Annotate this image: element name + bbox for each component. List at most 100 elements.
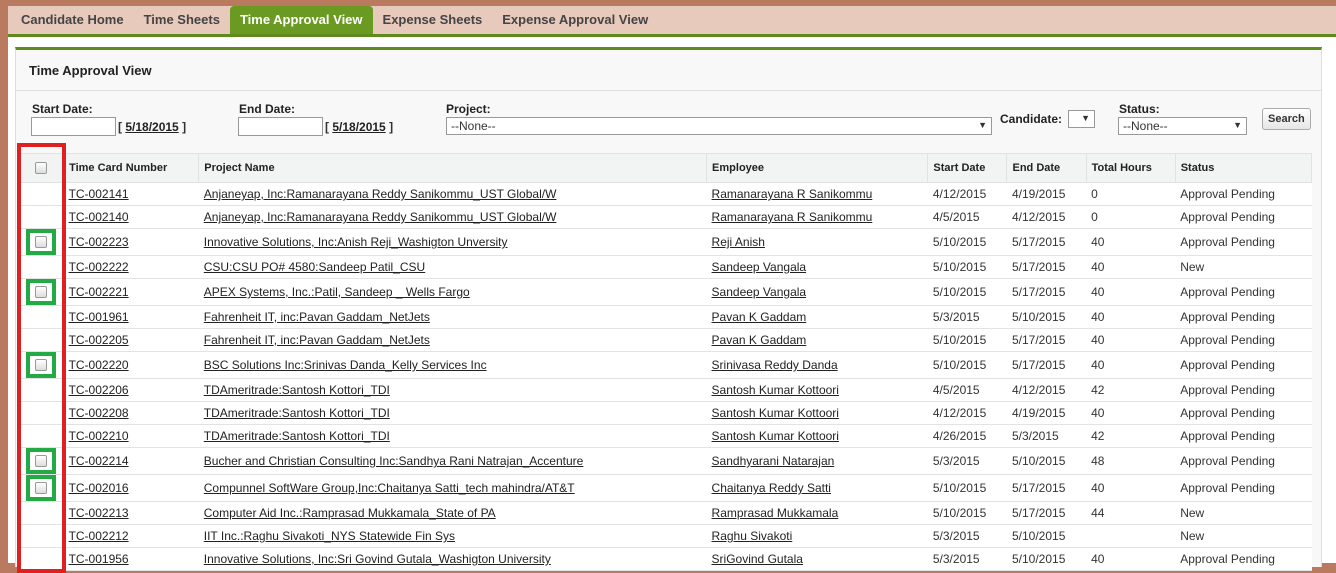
column-header[interactable]: Status (1174, 153, 1313, 183)
page-title: Time Approval View (29, 63, 152, 78)
time-card-number-link[interactable]: TC-002223 (69, 235, 129, 249)
time-card-number-link[interactable]: TC-002208 (69, 406, 129, 420)
project-name-link[interactable]: TDAmeritrade:Santosh Kottori_TDI (204, 383, 390, 397)
end-date-cell: 5/17/2015 (1006, 328, 1087, 352)
employee-link[interactable]: Raghu Sivakoti (712, 529, 793, 543)
column-header[interactable]: Project Name (198, 153, 708, 183)
end-date-cell: 5/10/2015 (1006, 447, 1087, 475)
time-card-number-link[interactable]: TC-002206 (69, 383, 129, 397)
project-name-link[interactable]: Compunnel SoftWare Group,Inc:Chaitanya S… (204, 481, 575, 495)
status-cell: New (1175, 501, 1312, 525)
project-name-link[interactable]: APEX Systems, Inc.:Patil, Sandeep _ Well… (204, 285, 470, 299)
employee-link[interactable]: Santosh Kumar Kottoori (712, 383, 839, 397)
project-name-link[interactable]: Innovative Solutions, Inc:Sri Govind Gut… (204, 552, 551, 566)
table-row: TC-002223 Innovative Solutions, Inc:Anish… (18, 228, 1312, 256)
employee-cell: Santosh Kumar Kottoori (706, 378, 928, 402)
row-checkbox[interactable] (35, 286, 48, 298)
employee-link[interactable]: Sandhyarani Natarajan (712, 454, 835, 468)
time-card-number-link[interactable]: TC-002212 (69, 529, 129, 543)
column-header[interactable]: End Date (1006, 153, 1087, 183)
employee-link[interactable]: Ramanarayana R Sanikommu (712, 210, 873, 224)
status-cell: New (1175, 524, 1312, 548)
end-date-today[interactable]: [ 5/18/2015 ] (325, 120, 393, 134)
status-select[interactable]: --None-- ▼ (1118, 117, 1247, 135)
end-date-cell: 5/17/2015 (1006, 228, 1087, 256)
project-name-link[interactable]: BSC Solutions Inc:Srinivas Danda_Kelly S… (204, 358, 487, 372)
employee-link[interactable]: Sandeep Vangala (712, 285, 807, 299)
employee-link[interactable]: Reji Anish (712, 235, 765, 249)
start-date-today-link[interactable]: 5/18/2015 (125, 120, 178, 134)
candidate-select[interactable]: ▼ (1068, 110, 1095, 128)
select-all-checkbox[interactable] (35, 162, 48, 175)
project-name-cell: IIT Inc.:Raghu Sivakoti_NYS Statewide Fi… (198, 524, 707, 548)
project-name-link[interactable]: Bucher and Christian Consulting Inc:Sand… (204, 454, 584, 468)
table-row: TC-002205 Fahrenheit IT, inc:Pavan Gaddam… (18, 328, 1312, 352)
project-name-link[interactable]: Computer Aid Inc.:Ramprasad Mukkamala_St… (204, 506, 496, 520)
project-name-link[interactable]: Anjaneyap, Inc:Ramanarayana Reddy Saniko… (204, 187, 557, 201)
employee-link[interactable]: Srinivasa Reddy Danda (712, 358, 838, 372)
row-checkbox[interactable] (35, 455, 48, 467)
employee-cell: Santosh Kumar Kottoori (706, 401, 928, 425)
end-date-cell: 4/12/2015 (1006, 378, 1087, 402)
employee-link[interactable]: Ramanarayana R Sanikommu (712, 187, 873, 201)
tab-candidate-home[interactable]: Candidate Home (11, 6, 134, 34)
tab-time-sheets[interactable]: Time Sheets (134, 6, 230, 34)
project-name-link[interactable]: TDAmeritrade:Santosh Kottori_TDI (204, 429, 390, 443)
time-card-number-link[interactable]: TC-002222 (69, 260, 129, 274)
project-select[interactable]: --None-- ▼ (446, 117, 992, 135)
project-name-link[interactable]: CSU:CSU PO# 4580:Sandeep Patil_CSU (204, 260, 425, 274)
employee-link[interactable]: Santosh Kumar Kottoori (712, 429, 839, 443)
end-date-input[interactable] (238, 117, 323, 136)
project-name-cell: APEX Systems, Inc.:Patil, Sandeep _ Well… (198, 278, 707, 306)
time-card-number-link[interactable]: TC-002141 (69, 187, 129, 201)
row-checkbox[interactable] (35, 236, 48, 248)
time-card-number-link[interactable]: TC-002016 (69, 481, 129, 495)
column-header[interactable]: Employee (706, 153, 929, 183)
time-card-number-link[interactable]: TC-002213 (69, 506, 129, 520)
project-name-link[interactable]: IIT Inc.:Raghu Sivakoti_NYS Statewide Fi… (204, 529, 455, 543)
end-date-cell: 5/10/2015 (1006, 305, 1087, 329)
start-date-input[interactable] (31, 117, 116, 136)
employee-link[interactable]: Santosh Kumar Kottoori (712, 406, 839, 420)
tab-expense-approval-view[interactable]: Expense Approval View (492, 6, 658, 34)
project-name-link[interactable]: TDAmeritrade:Santosh Kottori_TDI (204, 406, 390, 420)
time-card-number-link[interactable]: TC-002205 (69, 333, 129, 347)
candidate-label: Candidate: (1000, 112, 1063, 126)
row-checkbox[interactable] (35, 359, 48, 371)
total-hours-cell: 40 (1086, 351, 1176, 379)
project-name-link[interactable]: Anjaneyap, Inc:Ramanarayana Reddy Saniko… (204, 210, 557, 224)
employee-link[interactable]: Ramprasad Mukkamala (712, 506, 839, 520)
time-card-number-link[interactable]: TC-002214 (69, 454, 129, 468)
time-card-number-link[interactable]: TC-001961 (69, 310, 129, 324)
employee-cell: Chaitanya Reddy Satti (706, 474, 928, 502)
employee-link[interactable]: SriGovind Gutala (712, 552, 803, 566)
start-date-today[interactable]: [ 5/18/2015 ] (118, 120, 186, 134)
time-card-number-cell: TC-002222 (63, 255, 199, 279)
end-date-today-link[interactable]: 5/18/2015 (332, 120, 385, 134)
employee-link[interactable]: Pavan K Gaddam (712, 310, 807, 324)
status-cell: Approval Pending (1175, 424, 1312, 448)
employee-link[interactable]: Chaitanya Reddy Satti (712, 481, 831, 495)
search-button[interactable]: Search (1262, 108, 1311, 130)
project-name-link[interactable]: Fahrenheit IT, inc:Pavan Gaddam_NetJets (204, 333, 430, 347)
employee-link[interactable]: Sandeep Vangala (712, 260, 807, 274)
column-header[interactable]: Total Hours (1085, 153, 1176, 183)
time-card-number-link[interactable]: TC-001956 (69, 552, 129, 566)
time-card-number-link[interactable]: TC-002210 (69, 429, 129, 443)
row-checkbox[interactable] (35, 482, 48, 494)
employee-link[interactable]: Pavan K Gaddam (712, 333, 807, 347)
end-date-cell: 4/12/2015 (1006, 205, 1087, 229)
project-name-link[interactable]: Innovative Solutions, Inc:Anish Reji_Was… (204, 235, 508, 249)
column-header[interactable]: Start Date (927, 153, 1008, 183)
column-header[interactable]: Time Card Number (63, 153, 200, 183)
total-hours-cell (1086, 524, 1176, 548)
project-name-link[interactable]: Fahrenheit IT, inc:Pavan Gaddam_NetJets (204, 310, 430, 324)
total-hours-cell: 40 (1086, 328, 1176, 352)
time-card-number-link[interactable]: TC-002221 (69, 285, 129, 299)
time-approval-panel: Time Approval View Start Date: [ 5/18/20… (15, 47, 1322, 571)
time-card-number-link[interactable]: TC-002140 (69, 210, 129, 224)
time-card-number-link[interactable]: TC-002220 (69, 358, 129, 372)
tab-expense-sheets[interactable]: Expense Sheets (373, 6, 493, 34)
tab-time-approval-view[interactable]: Time Approval View (229, 6, 373, 34)
employee-cell: Ramanarayana R Sanikommu (706, 205, 928, 229)
